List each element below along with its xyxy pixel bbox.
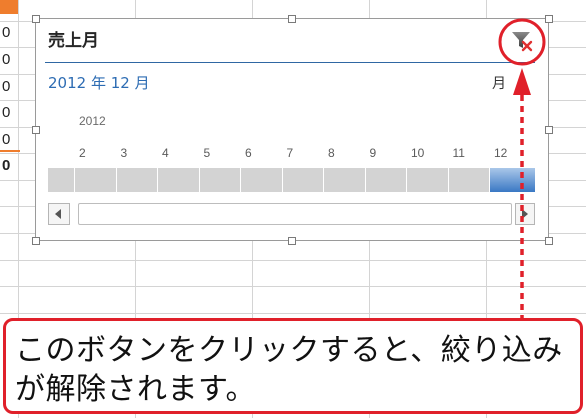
timeline-month-label: 8 <box>328 146 335 160</box>
scroll-left-button[interactable] <box>48 203 70 225</box>
timeline-month-segment[interactable] <box>199 168 240 192</box>
timeline-month-segment[interactable] <box>282 168 323 192</box>
annotation-callout: このボタンをクリックすると、絞り込み が解除されます。 <box>3 318 583 414</box>
timeline-month-segment[interactable] <box>407 168 448 192</box>
timeline-month-label: 12 <box>494 146 508 160</box>
cell-value-total[interactable]: 0 <box>2 157 18 175</box>
timeline-month-label: 5 <box>203 146 211 160</box>
header-divider <box>45 62 535 63</box>
timeline-month-label: 6 <box>245 146 252 160</box>
callout-text-line: このボタンをクリックすると、絞り込み <box>15 333 563 368</box>
resize-handle[interactable] <box>288 237 296 245</box>
cell-value[interactable]: 0 <box>2 104 18 122</box>
timeline-year-label: 2012 <box>79 114 106 128</box>
resize-handle[interactable] <box>545 237 553 245</box>
timeline-month-label: 7 <box>286 146 294 160</box>
timeline-month-segment[interactable] <box>158 168 199 192</box>
resize-handle[interactable] <box>32 15 40 23</box>
scroll-right-button[interactable] <box>515 203 535 225</box>
slicer-title: 売上月 <box>48 31 99 51</box>
cell-value[interactable]: 0 <box>2 51 18 69</box>
timeline-month-label: 9 <box>369 146 377 160</box>
callout-text-line: が解除されます。 <box>15 372 256 407</box>
timeline-slicer[interactable]: 売上月 2012 年 12 月 月 2012 2 3 4 5 6 7 8 9 10 11 12 <box>35 18 549 241</box>
cell-border-highlight <box>0 150 20 152</box>
timeline-month-segment[interactable] <box>365 168 406 192</box>
resize-handle[interactable] <box>545 15 553 23</box>
timeline-month-label: 2 <box>79 146 86 160</box>
timeline-month-segment[interactable] <box>324 168 365 192</box>
cell-value[interactable]: 0 <box>2 78 18 96</box>
timeline-month-label: 10 <box>411 146 425 160</box>
triangle-right-icon <box>522 209 528 219</box>
timeline-scrollbar[interactable] <box>48 203 535 225</box>
scroll-thumb[interactable] <box>78 203 512 225</box>
selected-period-label: 2012 年 12 月 <box>48 74 150 92</box>
cell-value[interactable]: 0 <box>2 24 18 42</box>
time-level-selector[interactable]: 月 <box>492 74 506 94</box>
timeline-month-label: 11 <box>452 146 465 160</box>
timeline-month-segment[interactable] <box>75 168 116 192</box>
timeline-month-segment[interactable] <box>490 168 535 192</box>
timeline-month-label: 4 <box>162 146 169 160</box>
timeline-month-segment[interactable] <box>116 168 157 192</box>
timeline-month-labels: 2 3 4 5 6 7 8 9 10 11 12 <box>48 145 535 161</box>
resize-handle[interactable] <box>32 237 40 245</box>
timeline-month-segment-partial[interactable] <box>48 168 74 192</box>
timeline-month-label: 3 <box>120 146 128 160</box>
timeline-bar[interactable] <box>48 168 535 192</box>
resize-handle[interactable] <box>288 15 296 23</box>
timeline-month-segment[interactable] <box>241 168 282 192</box>
active-cell-marker[interactable] <box>0 0 18 14</box>
cell-value[interactable]: 0 <box>2 131 18 149</box>
triangle-left-icon <box>55 209 61 219</box>
resize-handle[interactable] <box>545 126 553 134</box>
timeline-month-segment[interactable] <box>448 168 489 192</box>
funnel-clear-icon <box>512 32 533 52</box>
clear-filter-button[interactable] <box>510 29 534 53</box>
resize-handle[interactable] <box>32 126 40 134</box>
